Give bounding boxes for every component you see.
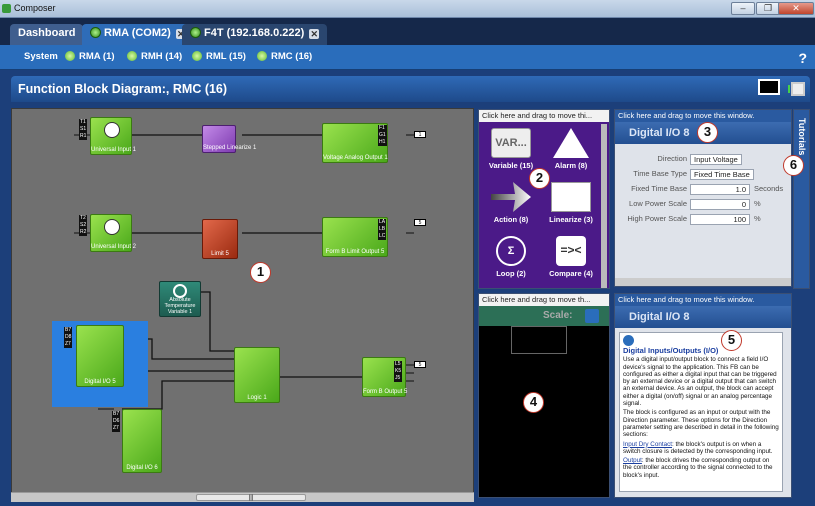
nav-rmc[interactable]: RMC (16) <box>257 51 312 62</box>
properties-scrollbar[interactable] <box>615 278 791 286</box>
viewport-rect[interactable] <box>511 326 567 354</box>
logic-1-block[interactable]: Logic 1 <box>234 347 280 403</box>
linearize-icon <box>551 182 591 212</box>
universal-input-1-block[interactable]: Universal Input 1 <box>90 117 136 155</box>
output-tag: 5 <box>414 361 426 368</box>
absolute-temperature-variable-block[interactable]: Absolute Temperature Variable 1 <box>159 281 201 317</box>
connection-wires <box>74 134 414 410</box>
direction-select[interactable]: Input Voltage <box>690 154 742 165</box>
terminal-labels: T2 S2 R2 <box>79 215 88 236</box>
terminal-labels: T1 S1 R1 <box>79 119 88 140</box>
linearize-1-block[interactable]: Stepped Linearize 1 <box>202 125 256 153</box>
device-status-icon <box>190 27 201 38</box>
nav-rmh[interactable]: RMH (14) <box>127 51 182 62</box>
palette-variable[interactable]: VAR... Variable (15) <box>481 128 541 170</box>
input-dry-contact-link[interactable]: Input Dry Contact <box>623 441 672 448</box>
help-title: Digital I/O 8 <box>615 306 791 328</box>
function-block-canvas[interactable]: T1 S1 R1 Universal Input 1 Stepped Lineari… <box>11 108 474 494</box>
terminal-labels: LA LB LC <box>378 219 387 240</box>
palette-compare[interactable]: =>< Compare (4) <box>541 236 601 278</box>
minimize-button[interactable]: ‒ <box>731 2 755 15</box>
palette-scrollbar[interactable] <box>601 124 607 288</box>
callout-6: 6 <box>783 155 804 176</box>
info-icon <box>173 284 187 298</box>
action-icon <box>491 182 531 212</box>
palette-action[interactable]: Action (8) <box>481 182 541 224</box>
monitor-view-icon[interactable] <box>758 79 780 95</box>
properties-drag-handle[interactable]: Click here and drag to move this window. <box>615 110 791 122</box>
terminal-labels: L5 K5 J5 <box>394 361 403 382</box>
device-tab-bar: Dashboard RMA (COM2) ✕ F4T (192.168.0.222… <box>0 18 815 45</box>
module-status-icon <box>192 51 202 61</box>
module-status-icon <box>65 51 75 61</box>
output-tag: 1 <box>414 131 426 138</box>
digital-io-6-block[interactable]: Digital I/O 6 <box>122 409 162 473</box>
back-icon[interactable] <box>623 335 634 346</box>
terminal-labels: B7 D6 Z7 <box>112 411 121 432</box>
scale-bar: Scale: <box>479 306 609 326</box>
scale-dropdown[interactable] <box>585 309 599 323</box>
close-button[interactable]: ✕ <box>778 2 814 15</box>
callout-4: 4 <box>523 392 544 413</box>
overview-panel: Click here and drag to move th... Scale:… <box>478 293 610 498</box>
overview-drag-handle[interactable]: Click here and drag to move th... <box>479 294 609 306</box>
module-status-icon <box>127 51 137 61</box>
compare-icon: =>< <box>556 236 586 266</box>
scroll-thumb[interactable]: ||| <box>196 494 306 501</box>
window-title: Composer <box>14 3 56 13</box>
close-tab-icon[interactable]: ✕ <box>309 29 320 39</box>
nav-rma[interactable]: RMA (1) <box>65 51 115 62</box>
download-icon[interactable] <box>791 82 805 96</box>
palette-loop[interactable]: Σ Loop (2) <box>481 236 541 278</box>
block-palette-panel: Click here and drag to move thi... VAR..… <box>478 109 610 289</box>
limit-5-block[interactable]: Limit 5 <box>202 219 238 259</box>
loop-icon: Σ <box>496 236 526 266</box>
alarm-icon <box>553 128 589 158</box>
help-drag-handle[interactable]: Click here and drag to move this window. <box>615 294 791 306</box>
help-icon[interactable]: ? <box>798 50 807 66</box>
help-content: Digital Inputs/Outputs (I/O) Use a digit… <box>619 332 783 492</box>
terminal-labels: B7 D8 Z7 <box>64 327 73 348</box>
page-title: Function Block Diagram:, RMC (16) <box>18 82 228 96</box>
tab-rma[interactable]: RMA (COM2) ✕ <box>82 24 194 45</box>
digital-io-5-block[interactable]: Digital I/O 5 <box>76 325 124 387</box>
terminal-labels: F1 G1 H1 <box>378 125 387 146</box>
low-power-scale-input[interactable]: 0 <box>690 199 750 210</box>
universal-input-2-block[interactable]: Universal Input 2 <box>90 214 136 252</box>
window-titlebar: Composer ‒ ❐ ✕ <box>0 0 815 18</box>
palette-linearize[interactable]: Linearize (3) <box>541 182 601 224</box>
device-status-icon <box>90 27 101 38</box>
tab-f4t[interactable]: F4T (192.168.0.222) ✕ <box>182 24 328 45</box>
time-base-type-select[interactable]: Fixed Time Base <box>690 169 754 180</box>
app-icon <box>2 4 11 13</box>
thermometer-icon <box>104 219 120 235</box>
nav-rml[interactable]: RML (15) <box>192 51 246 62</box>
palette-drag-handle[interactable]: Click here and drag to move thi... <box>479 110 609 122</box>
page-header: Function Block Diagram:, RMC (16) <box>11 76 810 102</box>
tutorials-tab[interactable]: Tutorials <box>793 109 810 289</box>
controller-nav: System RMA (1) RMH (14) RML (15) RMC (16… <box>0 45 815 70</box>
output-tag: 5 <box>414 219 426 226</box>
maximize-button[interactable]: ❐ <box>756 2 780 15</box>
high-power-scale-input[interactable]: 100 <box>690 214 750 225</box>
nav-system[interactable]: System <box>24 51 58 62</box>
thermometer-icon <box>104 122 120 138</box>
callout-2: 2 <box>529 168 550 189</box>
callout-5: 5 <box>721 330 742 351</box>
fixed-time-base-input[interactable]: 1.0 <box>690 184 750 195</box>
canvas-horizontal-scrollbar[interactable]: ||| <box>11 492 474 502</box>
callout-3: 3 <box>697 122 718 143</box>
output-link[interactable]: Output <box>623 457 642 464</box>
palette-alarm[interactable]: Alarm (8) <box>541 128 601 170</box>
help-panel: Click here and drag to move this window.… <box>614 293 792 498</box>
module-status-icon <box>257 51 267 61</box>
tab-dashboard[interactable]: Dashboard <box>10 24 84 45</box>
properties-panel: Click here and drag to move this window.… <box>614 109 792 287</box>
callout-1: 1 <box>250 262 271 283</box>
variable-icon: VAR... <box>491 128 531 158</box>
